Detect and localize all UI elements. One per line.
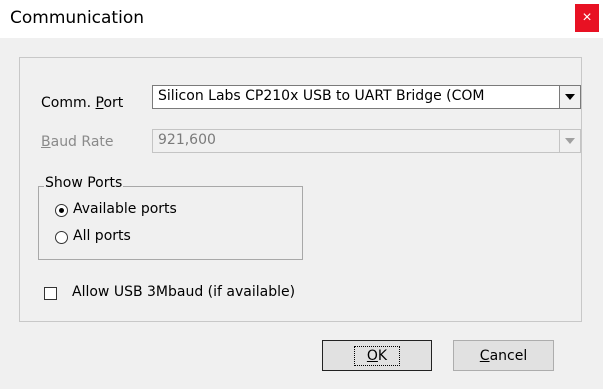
available-ports-radio[interactable] xyxy=(55,204,68,217)
comm-port-value: Silicon Labs CP210x USB to UART Bridge (… xyxy=(158,88,485,104)
baud-rate-label-mnemonic: B xyxy=(41,134,51,150)
baud-rate-label: Baud Rate xyxy=(41,134,114,150)
radio-selected-dot xyxy=(59,208,64,213)
chevron-down-icon xyxy=(565,94,575,100)
ok-button[interactable]: OK xyxy=(322,340,432,371)
ok-label-suffix: K xyxy=(377,347,388,364)
comm-port-label-prefix: Comm. xyxy=(41,95,96,111)
comm-port-label-suffix: ort xyxy=(103,95,124,111)
baud-rate-dropdown-button[interactable] xyxy=(559,130,580,152)
cancel-button[interactable]: Cancel xyxy=(453,340,554,371)
comm-port-dropdown-button[interactable] xyxy=(559,86,580,108)
ok-label-mnemonic: O xyxy=(366,347,378,364)
window-title: Communication xyxy=(10,8,144,28)
cancel-button-label: Cancel xyxy=(480,348,527,364)
all-ports-radio[interactable] xyxy=(55,231,68,244)
comm-port-dropdown[interactable]: Silicon Labs CP210x USB to UART Bridge (… xyxy=(152,85,581,109)
show-ports-legend: Show Ports xyxy=(44,175,124,191)
baud-rate-dropdown[interactable]: 921,600 xyxy=(152,129,581,153)
cancel-label-suffix: ancel xyxy=(489,347,528,364)
allow-usb-3mbaud-label[interactable]: Allow USB 3Mbaud (if available) xyxy=(72,284,295,300)
close-button[interactable]: × xyxy=(575,4,599,32)
all-ports-label[interactable]: All ports xyxy=(73,228,131,244)
chevron-down-icon xyxy=(565,138,575,144)
baud-rate-value: 921,600 xyxy=(158,132,216,148)
available-ports-label[interactable]: Available ports xyxy=(73,201,177,217)
ok-button-label: OK xyxy=(353,345,401,366)
comm-port-label: Comm. Port xyxy=(41,95,123,111)
title-bar[interactable]: Communication × xyxy=(0,0,603,38)
cancel-label-mnemonic: C xyxy=(479,347,490,364)
close-icon: × xyxy=(582,9,592,26)
show-ports-group xyxy=(38,186,303,260)
baud-rate-label-suffix: aud Rate xyxy=(50,134,114,150)
allow-usb-3mbaud-checkbox[interactable] xyxy=(44,287,57,300)
